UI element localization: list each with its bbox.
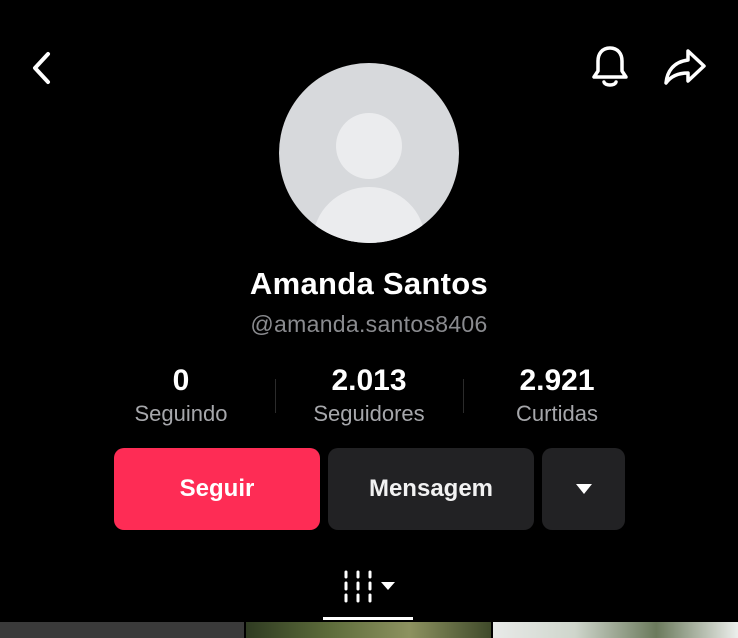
default-avatar-icon — [313, 113, 425, 243]
share-arrow-icon — [664, 49, 706, 85]
video-grid — [0, 622, 738, 638]
profile-handle: @amanda.santos8406 — [250, 311, 488, 337]
stat-divider — [463, 379, 464, 413]
active-tab-indicator — [323, 617, 413, 620]
stat-following[interactable]: 0 Seguindo — [91, 364, 271, 428]
stat-likes: 2.921 Curtidas — [467, 364, 647, 428]
avatar[interactable] — [279, 63, 459, 243]
back-button[interactable] — [22, 46, 62, 90]
profile-name: Amanda Santos — [249, 266, 489, 301]
stat-followers-label: Seguidores — [313, 401, 425, 426]
stat-likes-value: 2.921 — [519, 364, 595, 397]
notifications-button[interactable] — [585, 42, 635, 92]
bell-icon — [592, 46, 628, 87]
caret-down-icon — [575, 484, 592, 494]
video-thumbnail[interactable] — [493, 622, 738, 638]
back-chevron-icon — [33, 52, 50, 84]
stat-divider — [275, 379, 276, 413]
stat-following-label: Seguindo — [134, 401, 228, 426]
grid-icon — [344, 570, 395, 603]
more-options-button[interactable] — [542, 448, 625, 530]
stat-followers-value: 2.013 — [331, 364, 407, 397]
video-thumbnail[interactable] — [0, 622, 244, 638]
stat-followers[interactable]: 2.013 Seguidores — [279, 364, 459, 428]
stat-likes-label: Curtidas — [516, 401, 598, 426]
share-button[interactable] — [658, 42, 712, 92]
video-thumbnail[interactable] — [246, 622, 491, 638]
follow-button[interactable]: Seguir — [114, 448, 320, 530]
message-button[interactable]: Mensagem — [328, 448, 534, 530]
tab-videos[interactable] — [338, 566, 402, 606]
stat-following-value: 0 — [172, 364, 190, 397]
